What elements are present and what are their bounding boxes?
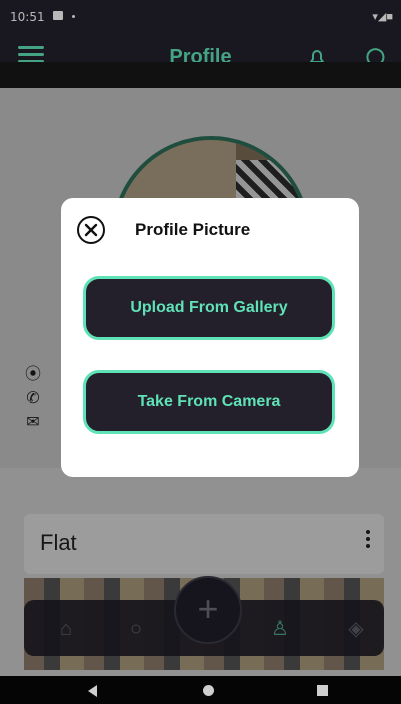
- system-nav-bar: [0, 676, 401, 704]
- upload-from-gallery-button[interactable]: Upload From Gallery: [83, 276, 335, 340]
- close-icon[interactable]: [77, 216, 105, 244]
- home-circle-icon[interactable]: [203, 685, 214, 696]
- screen: 10:51 ▾◢■ Profile ⦿ ✆ ✉ Flat ⌂ ○ ♙ ◈ + P…: [0, 0, 401, 704]
- profile-picture-dialog: Profile Picture Upload From Gallery Take…: [61, 198, 359, 477]
- recents-icon[interactable]: [317, 685, 328, 696]
- dialog-title: Profile Picture: [135, 220, 251, 239]
- take-from-camera-button[interactable]: Take From Camera: [83, 370, 335, 434]
- back-icon[interactable]: [88, 685, 97, 697]
